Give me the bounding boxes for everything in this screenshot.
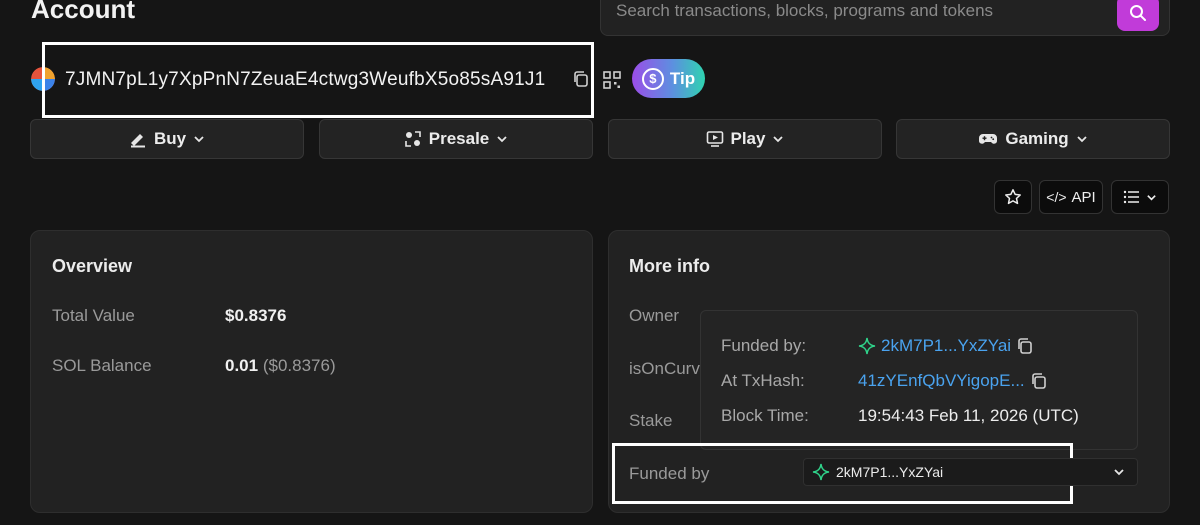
search-button[interactable] xyxy=(1117,0,1159,31)
presale-button[interactable]: Presale xyxy=(319,119,593,159)
sol-balance-value: 0.01 ($0.8376) xyxy=(225,356,336,376)
sol-balance-amount: 0.01 xyxy=(225,356,259,375)
stake-label: Stake xyxy=(629,411,673,430)
tip-button[interactable]: $ Tip xyxy=(632,59,705,98)
more-info-title: More info xyxy=(629,256,710,276)
gamepad-icon xyxy=(979,134,998,144)
buy-button[interactable]: Buy xyxy=(30,119,304,159)
play-label: Play xyxy=(730,129,766,148)
sol-balance-label: SOL Balance xyxy=(52,356,152,375)
funder-sparkle-icon xyxy=(858,337,876,355)
funded-by-select[interactable]: 2kM7P1...YxZYai xyxy=(803,458,1138,486)
total-value-label: Total Value xyxy=(52,306,135,325)
play-icon xyxy=(706,131,723,147)
overview-title: Overview xyxy=(52,256,133,276)
chevron-down-icon xyxy=(497,136,507,143)
tip-label: Tip xyxy=(669,68,696,88)
chevron-down-icon xyxy=(1147,194,1156,201)
popover-tx-hash: 41zYEnfQbVYigopE... xyxy=(858,371,1048,391)
list-icon xyxy=(1123,190,1139,204)
popover-funded-by-link[interactable]: 2kM7P1...YxZYai xyxy=(881,336,1011,356)
favorite-button[interactable] xyxy=(994,180,1032,214)
gaming-button[interactable]: Gaming xyxy=(896,119,1170,159)
play-button[interactable]: Play xyxy=(608,119,882,159)
search-icon xyxy=(1130,5,1146,21)
funder-sparkle-icon xyxy=(812,463,830,481)
funded-by-value: 2kM7P1...YxZYai xyxy=(836,464,944,480)
is-on-curve-label: isOnCurv xyxy=(629,359,700,378)
popover-funded-by: 2kM7P1...YxZYai xyxy=(858,336,1034,356)
chevron-down-icon xyxy=(773,136,784,143)
copy-icon[interactable] xyxy=(572,70,590,88)
search-input[interactable] xyxy=(616,1,1096,21)
buy-label: Buy xyxy=(153,129,187,148)
owner-label: Owner xyxy=(629,306,680,325)
chevron-down-icon xyxy=(194,136,204,143)
account-address: 7JMN7pL1y7XpPnN7ZeuaE4ctwg3WeufbX5o85sA9… xyxy=(65,69,546,90)
gaming-label: Gaming xyxy=(1005,129,1069,148)
copy-icon[interactable] xyxy=(1030,372,1048,390)
funded-by-label: Funded by xyxy=(629,464,710,483)
code-icon: </> xyxy=(1046,189,1067,205)
presale-icon xyxy=(404,131,421,147)
search-bar xyxy=(600,0,1170,36)
buy-icon xyxy=(130,134,145,148)
popover-block-time-label: Block Time: xyxy=(721,406,809,425)
view-menu-button[interactable] xyxy=(1111,180,1169,214)
page-title: Account xyxy=(31,0,135,24)
total-value: $0.8376 xyxy=(225,306,287,325)
api-button[interactable]: </> API xyxy=(1039,180,1103,214)
popover-tx-hash-link[interactable]: 41zYEnfQbVYigopE... xyxy=(858,371,1025,391)
presale-label: Presale xyxy=(428,129,490,148)
popover-tx-hash-label: At TxHash: xyxy=(721,371,805,390)
dollar-coin-icon: $ xyxy=(641,67,664,90)
chevron-down-icon xyxy=(1114,469,1124,476)
sol-balance-usd: ($0.8376) xyxy=(262,356,336,375)
star-icon xyxy=(1005,189,1021,205)
copy-icon[interactable] xyxy=(1016,337,1034,355)
funded-by-popover: Funded by: 2kM7P1...YxZYai At TxHash: 41… xyxy=(700,310,1138,450)
api-label: API xyxy=(1071,188,1096,206)
popover-funded-by-label: Funded by: xyxy=(721,336,807,355)
popover-block-time: 19:54:43 Feb 11, 2026 (UTC) xyxy=(858,406,1079,425)
qr-code-icon[interactable] xyxy=(603,71,621,89)
chevron-down-icon xyxy=(1077,136,1087,143)
